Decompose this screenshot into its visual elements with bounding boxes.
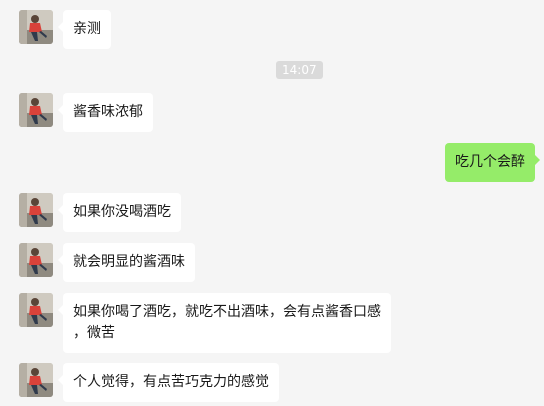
message-bubble[interactable]: 就会明显的酱酒味 <box>58 243 195 282</box>
timestamp-label: 14:07 <box>276 61 323 79</box>
contact-avatar[interactable] <box>19 363 53 397</box>
contact-avatar[interactable] <box>19 193 53 227</box>
contact-avatar[interactable] <box>19 10 53 44</box>
contact-avatar[interactable] <box>19 93 53 127</box>
message-bubble[interactable]: 如果你没喝酒吃 <box>58 193 181 232</box>
message-bubble[interactable]: 亲测 <box>58 10 111 49</box>
chat-message-area[interactable]: 亲测 14:07 酱香味浓郁 吃几个会醉 如果你没喝酒吃 就会明显的酱酒味 如果… <box>0 0 544 406</box>
message-bubble[interactable]: 如果你喝了酒吃，就吃不出酒味，会有点酱香口感 ，微苦 <box>58 293 391 353</box>
contact-avatar[interactable] <box>19 293 53 327</box>
contact-avatar[interactable] <box>19 243 53 277</box>
message-bubble[interactable]: 酱香味浓郁 <box>58 93 153 132</box>
message-bubble[interactable]: 个人觉得，有点苦巧克力的感觉 <box>58 363 279 402</box>
message-bubble-self[interactable]: 吃几个会醉 <box>445 143 540 182</box>
